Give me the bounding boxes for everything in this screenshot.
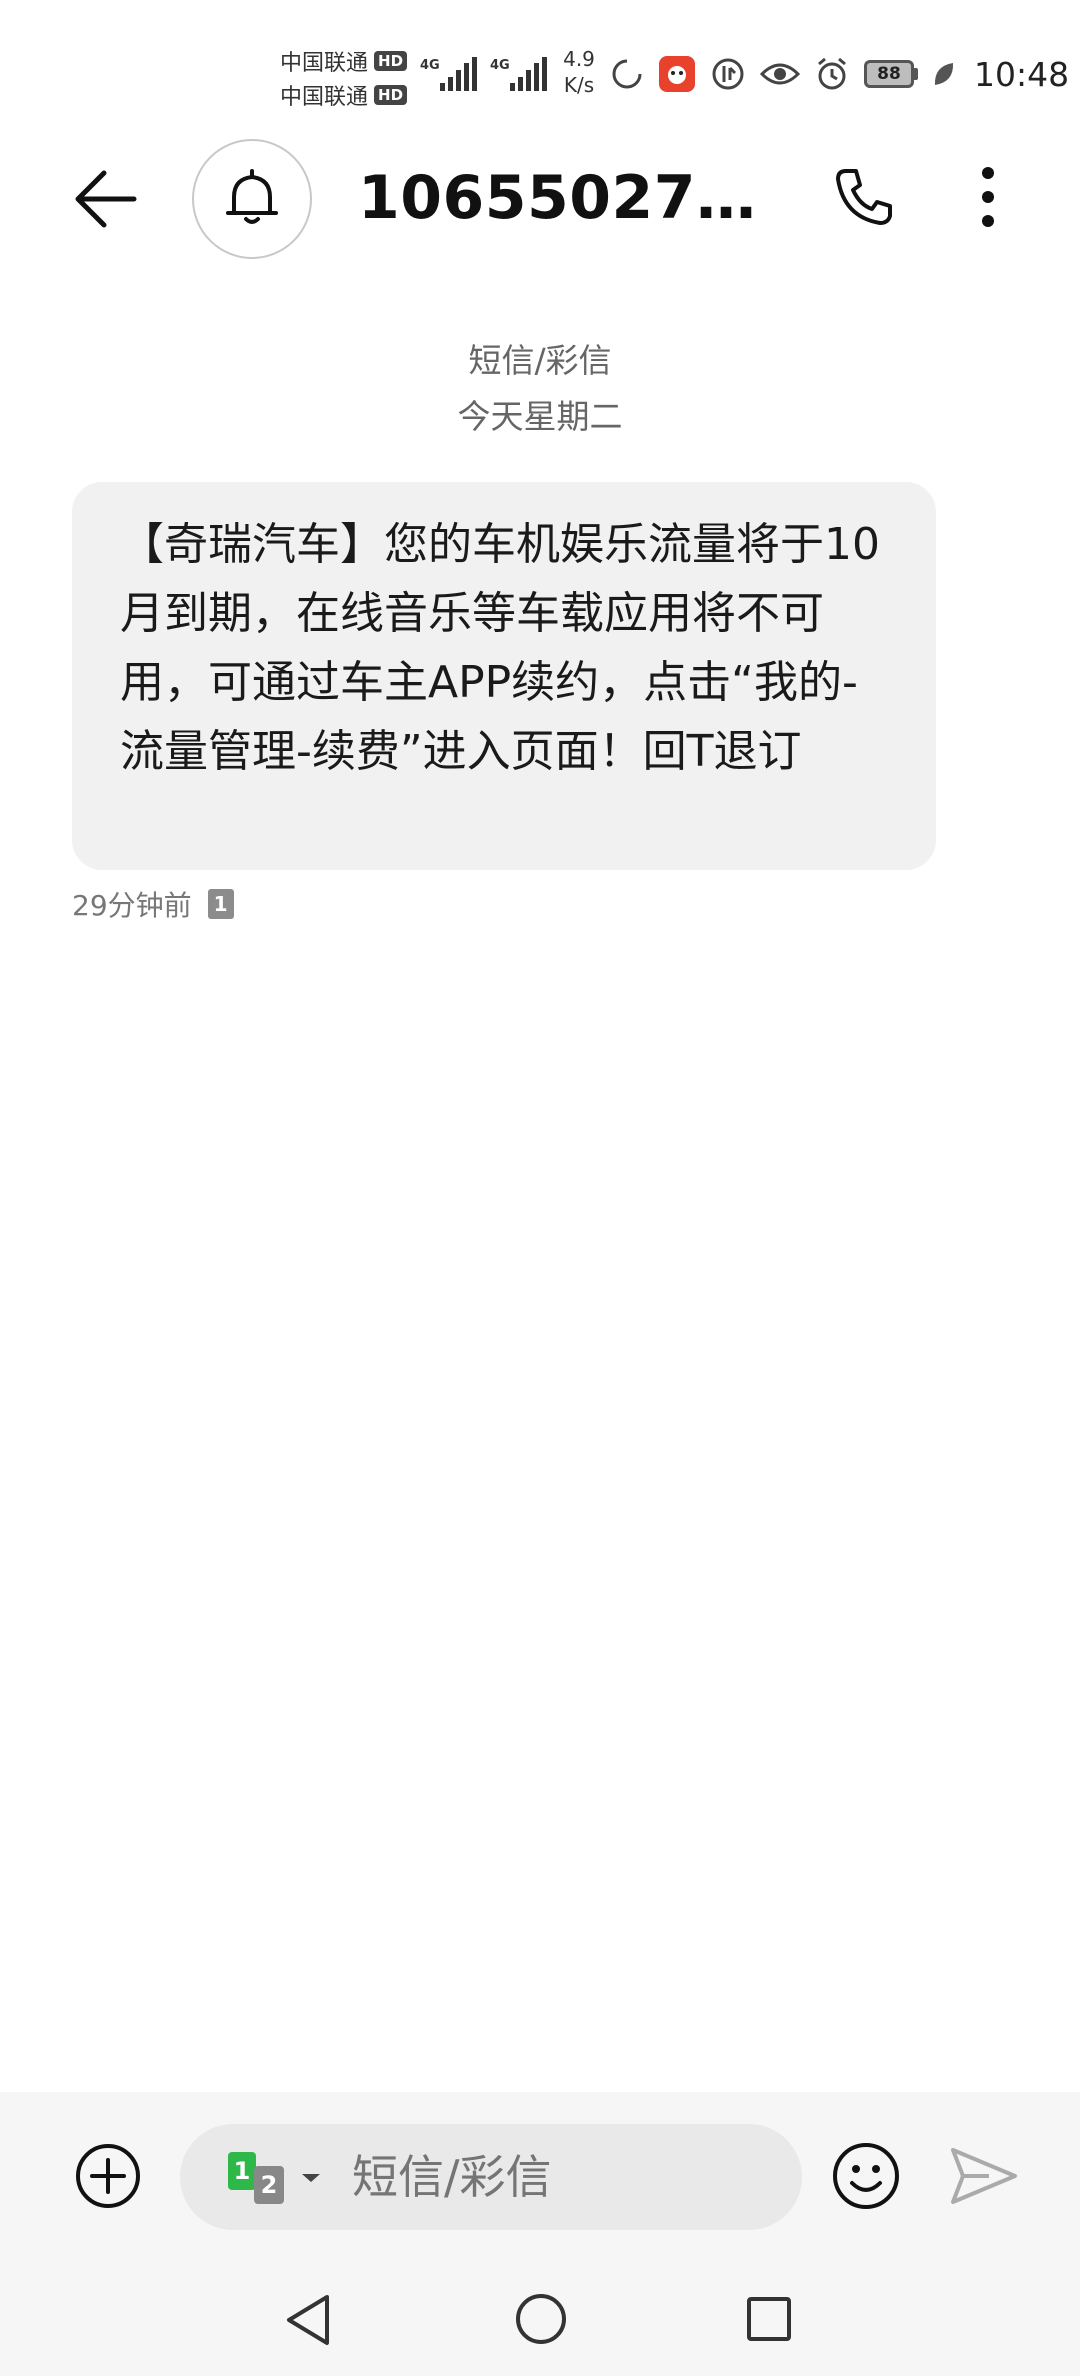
status-right-icons: 88 10:48 <box>610 52 1069 96</box>
arrow-left-icon <box>75 170 137 228</box>
back-button[interactable] <box>68 161 144 237</box>
alarm-icon <box>818 57 846 90</box>
message-meta: 29分钟前 1 <box>72 884 234 924</box>
conversation-type-label: 短信/彩信 <box>468 341 612 380</box>
battery-tip <box>914 68 918 80</box>
contact-title[interactable]: 10655027010... <box>358 163 778 233</box>
system-nav-bar <box>0 2264 1080 2376</box>
date-separator: 今天星期二 <box>457 397 623 436</box>
signal-icons: 4G 4G <box>420 48 552 102</box>
network-type-1: 4G <box>420 58 440 73</box>
message-input-container: 1 2 <box>180 2124 802 2230</box>
send-button[interactable] <box>942 2136 1026 2216</box>
add-circle-icon <box>76 2144 140 2208</box>
hd-badge-1: HD <box>374 51 408 71</box>
nav-home-icon <box>516 2294 566 2344</box>
battery-level: 88 <box>864 60 914 88</box>
net-speed: 4.9 K/s <box>556 46 602 98</box>
net-speed-unit: K/s <box>563 73 595 97</box>
sim-selector[interactable]: 1 2 <box>228 2152 308 2206</box>
more-vertical-icon <box>982 167 994 227</box>
hd-badge-2: HD <box>374 85 408 105</box>
send-icon <box>951 2148 1017 2204</box>
carrier-info: 中国联通 HD 中国联通 HD <box>280 44 415 112</box>
emoji-smile-icon <box>833 2143 899 2209</box>
emoji-button[interactable] <box>826 2136 906 2216</box>
carrier-1: 中国联通 HD <box>280 44 415 78</box>
sim-1-indicator: 1 <box>228 2152 256 2190</box>
message-time: 29分钟前 <box>72 889 192 922</box>
carrier-2-name: 中国联通 <box>280 85 369 110</box>
phone-icon <box>836 169 892 225</box>
net-speed-value: 4.9 <box>563 47 595 71</box>
network-type-2: 4G <box>490 58 510 73</box>
status-bar: 中国联通 HD 中国联通 HD 4G 4G 4.9 K/s 88 10:48 <box>0 0 1080 130</box>
nav-home-button[interactable] <box>510 2288 572 2350</box>
sync-icon <box>612 59 642 89</box>
app-notification-icon <box>659 56 695 92</box>
chevron-down-icon[interactable] <box>300 2172 322 2184</box>
eye-comfort-icon <box>760 63 800 85</box>
bell-icon <box>226 169 278 224</box>
data-saver-icon <box>712 58 744 90</box>
message-input[interactable] <box>352 2124 772 2230</box>
message-text: 【奇瑞汽车】您的车机娱乐流量将于10月到期，在线音乐等车载应用将不可用，可通过车… <box>120 519 880 777</box>
status-time: 10:48 <box>974 54 1070 94</box>
nav-recent-button[interactable] <box>740 2290 798 2348</box>
signal-1-icon: 4G <box>420 57 477 91</box>
nav-back-button[interactable] <box>278 2290 338 2350</box>
more-options-button[interactable] <box>950 159 1026 235</box>
nav-recent-icon <box>747 2297 791 2341</box>
message-bubble[interactable]: 【奇瑞汽车】您的车机娱乐流量将于10月到期，在线音乐等车载应用将不可用，可通过车… <box>72 482 936 870</box>
carrier-1-name: 中国联通 <box>280 51 369 76</box>
conversation-header: 10655027010... <box>0 135 1080 260</box>
power-saving-leaf-icon <box>934 63 954 85</box>
sim-2-indicator: 2 <box>254 2166 284 2204</box>
compose-bar: 1 2 <box>0 2092 1080 2264</box>
nav-back-icon <box>287 2295 329 2345</box>
call-button[interactable] <box>826 159 902 235</box>
battery-indicator: 88 <box>864 60 918 88</box>
signal-2-icon: 4G <box>490 57 547 91</box>
sim-card-badge: 1 <box>207 889 234 919</box>
contact-avatar[interactable] <box>192 139 312 259</box>
carrier-2: 中国联通 HD <box>280 78 415 112</box>
attach-button[interactable] <box>70 2138 146 2214</box>
